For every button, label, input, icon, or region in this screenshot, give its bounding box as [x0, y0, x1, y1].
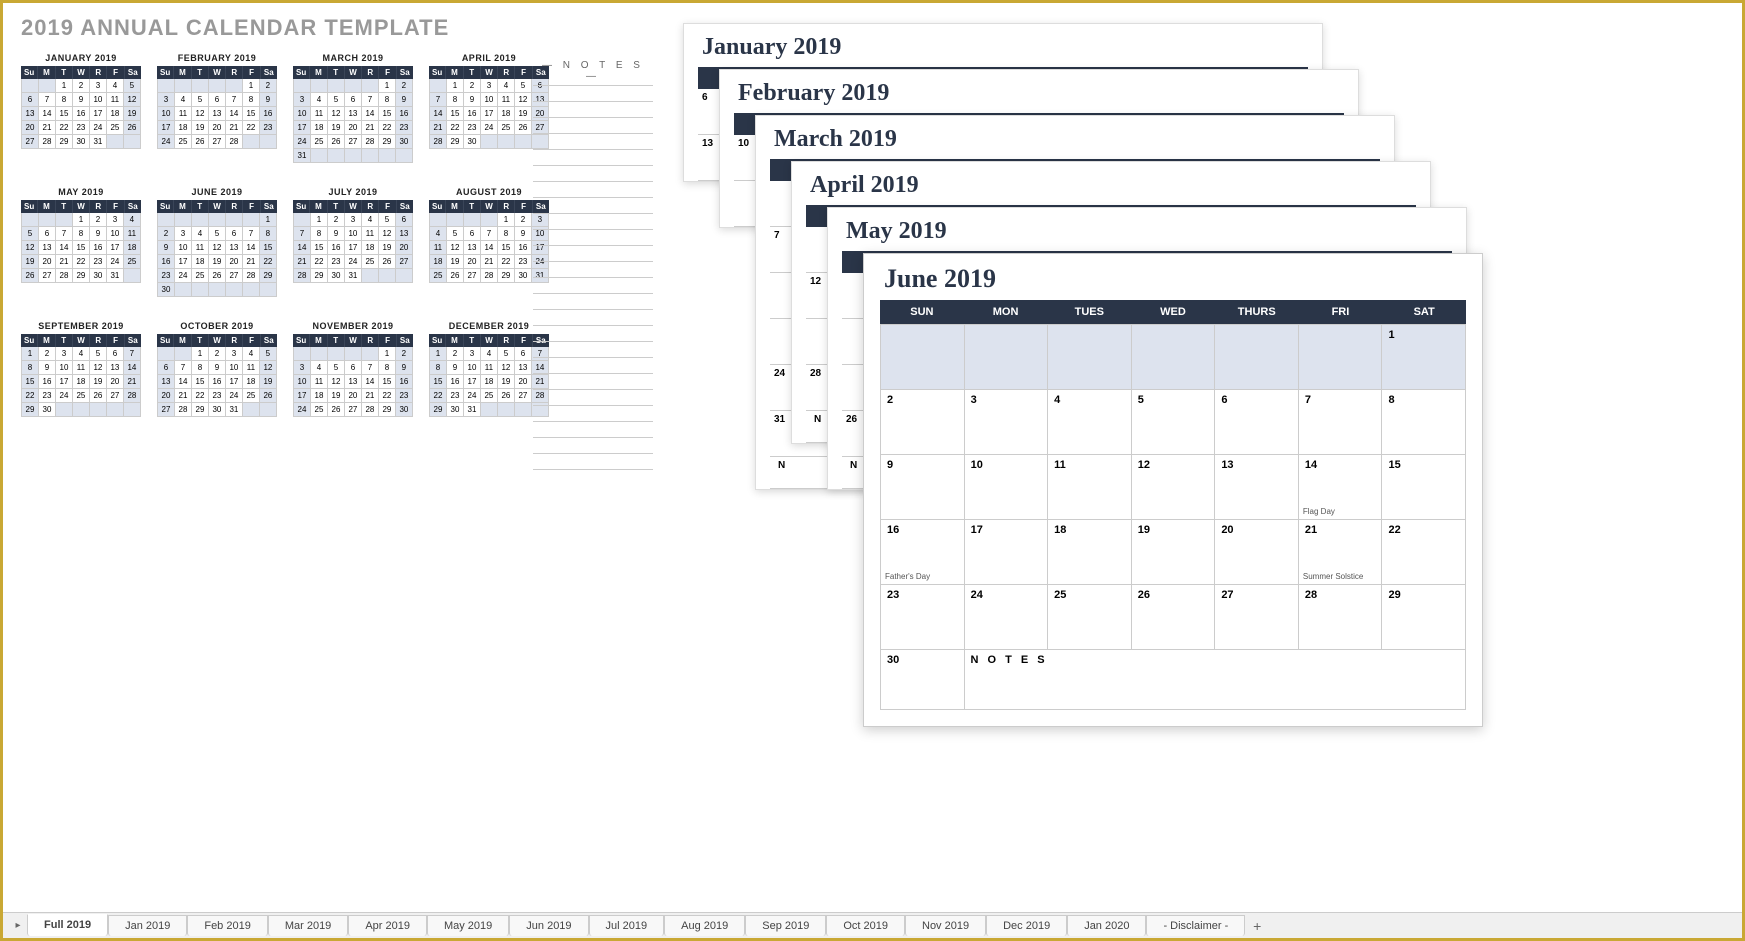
calendar-day-cell[interactable]: 4 [1048, 390, 1132, 455]
sheet-tab[interactable]: Apr 2019 [348, 915, 427, 936]
notes-line[interactable] [533, 246, 653, 262]
notes-line[interactable] [533, 278, 653, 294]
sheet-tab[interactable]: Jun 2019 [509, 915, 588, 936]
sheet-month-title: April 2019 [792, 162, 1430, 205]
sheet-tab[interactable]: Full 2019 [27, 914, 108, 936]
notes-line[interactable] [533, 86, 653, 102]
calendar-day-cell[interactable]: 19 [1132, 520, 1216, 585]
sheet-tab[interactable]: Nov 2019 [905, 915, 986, 936]
calendar-day-cell[interactable] [1048, 325, 1132, 390]
notes-line[interactable] [533, 182, 653, 198]
notes-line[interactable] [533, 262, 653, 278]
calendar-day-cell[interactable]: 29 [1382, 585, 1466, 650]
notes-line[interactable] [533, 358, 653, 374]
calendar-day-cell[interactable]: 13 [1215, 455, 1299, 520]
mini-month-title: JANUARY 2019 [21, 53, 141, 63]
notes-line[interactable] [533, 230, 653, 246]
calendar-day-cell[interactable]: 23 [881, 585, 965, 650]
calendar-day-cell[interactable] [965, 325, 1049, 390]
sheet-tab[interactable]: Feb 2019 [187, 915, 267, 936]
notes-line[interactable] [533, 150, 653, 166]
calendar-day-cell[interactable]: 24 [965, 585, 1049, 650]
calendar-day-cell[interactable] [1215, 325, 1299, 390]
notes-line[interactable] [533, 214, 653, 230]
notes-line[interactable] [533, 310, 653, 326]
mini-month-title: SEPTEMBER 2019 [21, 321, 141, 331]
calendar-day-cell[interactable] [1132, 325, 1216, 390]
calendar-day-cell[interactable]: 12 [1132, 455, 1216, 520]
calendar-day-cell[interactable]: 30 [881, 650, 965, 710]
mini-month-title: DECEMBER 2019 [429, 321, 549, 331]
notes-line[interactable] [533, 198, 653, 214]
calendar-day-cell[interactable]: 9 [881, 455, 965, 520]
sheet-tab[interactable]: Oct 2019 [826, 915, 905, 936]
mini-month-title: MARCH 2019 [293, 53, 413, 63]
sheet-tab[interactable]: Dec 2019 [986, 915, 1067, 936]
notes-line[interactable] [533, 422, 653, 438]
mini-month-title: AUGUST 2019 [429, 187, 549, 197]
calendar-day-cell[interactable]: 14Flag Day [1299, 455, 1383, 520]
mini-month-title: JUNE 2019 [157, 187, 277, 197]
calendar-day-cell[interactable]: 26 [1132, 585, 1216, 650]
tab-nav-prev-icon[interactable]: ▸ [9, 917, 27, 935]
calendar-day-cell[interactable]: 2 [881, 390, 965, 455]
mini-month-title: FEBRUARY 2019 [157, 53, 277, 63]
sheet-tab[interactable]: Sep 2019 [745, 915, 826, 936]
mini-month-title: APRIL 2019 [429, 53, 549, 63]
notes-line[interactable] [533, 118, 653, 134]
notes-line[interactable] [533, 454, 653, 470]
mini-month-title: OCTOBER 2019 [157, 321, 277, 331]
notes-line[interactable] [533, 390, 653, 406]
sheet-month-title: January 2019 [684, 24, 1322, 67]
calendar-day-cell[interactable]: 7 [1299, 390, 1383, 455]
sheet-tab[interactable]: Mar 2019 [268, 915, 348, 936]
calendar-day-cell[interactable]: 11 [1048, 455, 1132, 520]
notes-line[interactable] [533, 102, 653, 118]
calendar-day-cell[interactable]: 21Summer Solstice [1299, 520, 1383, 585]
june-title: June 2019 [864, 254, 1482, 300]
sheet-tab[interactable]: Aug 2019 [664, 915, 745, 936]
sheet-tab[interactable]: - Disclaimer - [1146, 915, 1245, 936]
notes-heading: — N O T E S — [533, 57, 653, 86]
sheet-tab[interactable]: Jul 2019 [589, 915, 665, 936]
calendar-day-cell[interactable]: 1 [1382, 325, 1466, 390]
calendar-day-cell[interactable]: 8 [1382, 390, 1466, 455]
notes-line[interactable] [533, 134, 653, 150]
sheet-month-title: March 2019 [756, 116, 1394, 159]
notes-line[interactable] [533, 438, 653, 454]
notes-line[interactable] [533, 294, 653, 310]
notes-line[interactable] [533, 342, 653, 358]
calendar-day-cell[interactable]: 3 [965, 390, 1049, 455]
calendar-day-cell[interactable]: 5 [1132, 390, 1216, 455]
sheet-tab[interactable]: May 2019 [427, 915, 509, 936]
calendar-day-cell[interactable]: 16Father's Day [881, 520, 965, 585]
sheet-month-title: May 2019 [828, 208, 1466, 251]
calendar-day-cell[interactable]: 6 [1215, 390, 1299, 455]
calendar-day-cell[interactable]: 25 [1048, 585, 1132, 650]
notes-line[interactable] [533, 166, 653, 182]
notes-line[interactable] [533, 326, 653, 342]
calendar-day-cell[interactable] [1299, 325, 1383, 390]
notes-panel: — N O T E S — [533, 57, 653, 470]
calendar-day-cell[interactable]: 10 [965, 455, 1049, 520]
notes-line[interactable] [533, 374, 653, 390]
calendar-day-cell[interactable]: 17 [965, 520, 1049, 585]
notes-line[interactable] [533, 406, 653, 422]
calendar-day-cell[interactable]: 20 [1215, 520, 1299, 585]
mini-month-title: NOVEMBER 2019 [293, 321, 413, 331]
calendar-day-cell[interactable]: 22 [1382, 520, 1466, 585]
add-tab-button[interactable]: + [1245, 916, 1269, 936]
sheet-tab[interactable]: Jan 2019 [108, 915, 187, 936]
sheet-month-title: February 2019 [720, 70, 1358, 113]
calendar-day-cell[interactable] [881, 325, 965, 390]
sheet-tabs: ▸ Full 2019Jan 2019Feb 2019Mar 2019Apr 2… [3, 912, 1742, 938]
calendar-day-cell[interactable]: 28 [1299, 585, 1383, 650]
calendar-day-cell[interactable]: 15 [1382, 455, 1466, 520]
mini-month-title: MAY 2019 [21, 187, 141, 197]
month-notes-area[interactable]: N O T E S [965, 650, 1466, 710]
calendar-day-cell[interactable]: 27 [1215, 585, 1299, 650]
mini-month-title: JULY 2019 [293, 187, 413, 197]
sheet-tab[interactable]: Jan 2020 [1067, 915, 1146, 936]
calendar-day-cell[interactable]: 18 [1048, 520, 1132, 585]
